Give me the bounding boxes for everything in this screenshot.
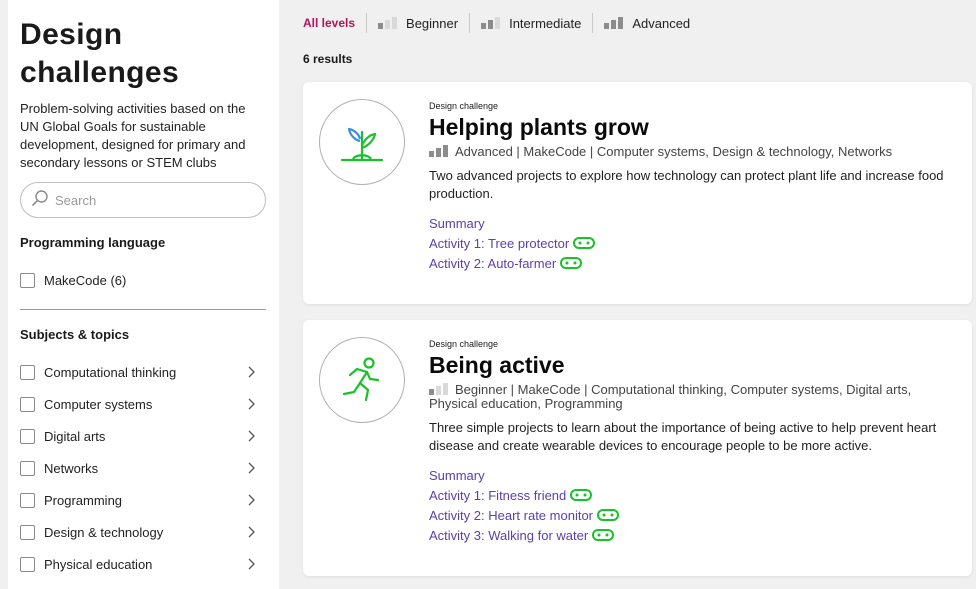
section-divider — [20, 309, 266, 310]
chevron-right-icon[interactable] — [245, 398, 257, 410]
filter-label: Physical education — [44, 556, 153, 572]
chevron-right-icon[interactable] — [245, 430, 257, 442]
plant-icon — [319, 99, 405, 185]
level-advanced-icon — [604, 17, 624, 29]
challenge-card: Design challenge Helping plants grow Adv… — [303, 82, 972, 304]
filter-physical-education[interactable]: Physical education — [20, 548, 267, 580]
card-meta-text: Advanced | MakeCode | Computer systems, … — [455, 144, 893, 159]
level-intermediate-icon — [481, 17, 501, 29]
filter-label: Programming — [44, 492, 123, 508]
chevron-right-icon[interactable] — [245, 462, 257, 474]
physical-education-checkbox[interactable] — [20, 556, 35, 572]
card-content: Design challenge Helping plants grow Adv… — [429, 101, 960, 273]
tab-label: Beginner — [406, 15, 459, 31]
filter-label: MakeCode (6) — [44, 272, 127, 288]
summary-link[interactable]: Summary — [429, 465, 960, 485]
digital-arts-checkbox[interactable] — [20, 428, 35, 444]
activity-link[interactable]: Activity 2: Auto-farmer — [429, 253, 960, 273]
level-filter-tabs: All levels Beginner Intermediate Advance… — [303, 0, 976, 46]
page-description: Problem-solving activities based on the … — [20, 101, 246, 170]
link-label: Summary — [429, 215, 485, 231]
runner-icon — [319, 337, 405, 423]
card-description: Three simple projects to learn about the… — [429, 420, 937, 453]
level-advanced-icon — [429, 145, 448, 157]
card-meta: Advanced | MakeCode | Computer systems, … — [429, 145, 960, 159]
networks-checkbox[interactable] — [20, 460, 35, 476]
makecode-checkbox[interactable] — [20, 272, 35, 288]
card-meta-text: Beginner | MakeCode | Computational thin… — [429, 382, 912, 411]
card-description: Two advanced projects to explore how tec… — [429, 168, 944, 201]
tab-divider — [469, 13, 471, 33]
results-count: 6 results — [303, 52, 353, 66]
chevron-right-icon[interactable] — [245, 494, 257, 506]
filter-label: Computer systems — [44, 396, 153, 412]
activity-link[interactable]: Activity 1: Fitness friend — [429, 485, 960, 505]
card-kicker: Design challenge — [429, 101, 499, 111]
filter-label: Computational thinking — [44, 364, 177, 380]
challenge-card: Design challenge Being active Beginner |… — [303, 320, 972, 576]
tab-label: Intermediate — [509, 15, 582, 31]
tab-label: All levels — [303, 16, 356, 30]
tab-beginner[interactable]: Beginner — [378, 16, 458, 31]
chevron-right-icon[interactable] — [245, 526, 257, 538]
filter-networks[interactable]: Networks — [20, 452, 267, 484]
chevron-right-icon[interactable] — [245, 366, 257, 378]
filter-programming[interactable]: Programming — [20, 484, 267, 516]
link-label: Activity 1: Fitness friend — [429, 487, 567, 503]
summary-link[interactable]: Summary — [429, 213, 960, 233]
filter-label: Digital arts — [44, 428, 106, 444]
computer-systems-checkbox[interactable] — [20, 396, 35, 412]
microbit-icon — [573, 237, 596, 249]
search-icon — [31, 189, 49, 212]
design-technology-checkbox[interactable] — [20, 524, 35, 540]
filter-makecode[interactable]: MakeCode (6) — [20, 264, 267, 296]
search-box[interactable] — [20, 182, 266, 218]
chevron-right-icon[interactable] — [245, 558, 257, 570]
search-input[interactable] — [55, 192, 245, 208]
page-title: Design challenges — [20, 18, 180, 89]
tab-all-levels[interactable]: All levels — [303, 16, 355, 30]
card-meta: Beginner | MakeCode | Computational thin… — [429, 383, 960, 411]
link-label: Activity 3: Walking for water — [429, 527, 589, 543]
computational-thinking-checkbox[interactable] — [20, 364, 35, 380]
tab-intermediate[interactable]: Intermediate — [481, 16, 581, 31]
programming-language-heading: Programming language — [20, 235, 166, 250]
filter-sidebar: Design challenges Problem-solving activi… — [8, 0, 279, 589]
tab-advanced[interactable]: Advanced — [604, 16, 690, 31]
activity-link[interactable]: Activity 2: Heart rate monitor — [429, 505, 960, 525]
microbit-icon — [592, 529, 615, 541]
level-beginner-icon — [429, 383, 448, 395]
results-panel: All levels Beginner Intermediate Advance… — [303, 0, 976, 576]
microbit-icon — [560, 257, 583, 269]
programming-checkbox[interactable] — [20, 492, 35, 508]
card-content: Design challenge Being active Beginner |… — [429, 339, 960, 545]
filter-label: Design & technology — [44, 524, 164, 540]
filter-design-technology[interactable]: Design & technology — [20, 516, 267, 548]
subjects-topics-heading: Subjects & topics — [20, 327, 130, 342]
link-label: Summary — [429, 467, 485, 483]
microbit-icon — [570, 489, 593, 501]
tab-divider — [366, 13, 368, 33]
card-kicker: Design challenge — [429, 339, 499, 349]
link-label: Activity 1: Tree protector — [429, 235, 570, 251]
card-title[interactable]: Being active — [429, 351, 960, 379]
microbit-icon — [597, 509, 619, 521]
link-label: Activity 2: Auto-farmer — [429, 255, 557, 271]
card-title[interactable]: Helping plants grow — [429, 113, 960, 141]
filter-digital-arts[interactable]: Digital arts — [20, 420, 267, 452]
tab-divider — [592, 13, 594, 33]
activity-link[interactable]: Activity 1: Tree protector — [429, 233, 960, 253]
level-beginner-icon — [378, 17, 398, 29]
card-links: Summary Activity 1: Tree protector Activ… — [429, 213, 960, 273]
card-links: Summary Activity 1: Fitness friend Activ… — [429, 465, 960, 545]
filter-label: Networks — [44, 460, 99, 476]
activity-link[interactable]: Activity 3: Walking for water — [429, 525, 960, 545]
link-label: Activity 2: Heart rate monitor — [429, 507, 593, 523]
filter-computational-thinking[interactable]: Computational thinking — [20, 356, 267, 388]
tab-label: Advanced — [632, 15, 691, 31]
filter-computer-systems[interactable]: Computer systems — [20, 388, 267, 420]
